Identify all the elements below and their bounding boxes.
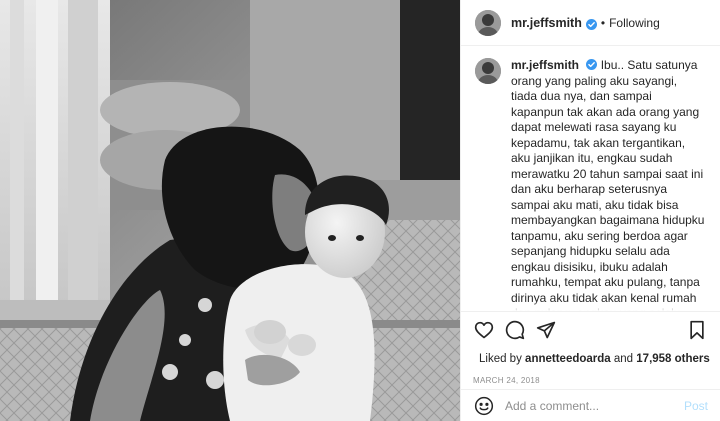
likes-count[interactable]: 17,958 others (636, 353, 710, 365)
caption-text: mr.jeffsmith Ibu.. Satu satunya orang ya… (511, 58, 706, 311)
comment-bar: Post (461, 389, 720, 421)
caption-row: mr.jeffsmith Ibu.. Satu satunya orang ya… (475, 58, 706, 311)
post-photo-image (0, 0, 460, 421)
comment-input[interactable] (505, 398, 684, 413)
caption-username[interactable]: mr.jeffsmith (511, 58, 579, 72)
author-avatar-image (475, 9, 501, 36)
actions-area: Liked by annetteedoarda and 17,958 other… (461, 311, 720, 385)
caption-author-avatar-image (475, 58, 501, 84)
comment-icon[interactable] (504, 319, 526, 341)
verified-badge-icon (585, 17, 597, 30)
bookmark-icon[interactable] (686, 319, 708, 341)
author-avatar[interactable] (475, 9, 501, 36)
post-comment-button[interactable]: Post (684, 399, 708, 413)
post-date[interactable]: MARCH 24, 2018 (461, 376, 720, 385)
likes-joiner: and (613, 353, 634, 365)
author-username[interactable]: mr.jeffsmith (511, 16, 582, 30)
likes-row: Liked by annetteedoarda and 17,958 other… (461, 348, 720, 370)
caption-author-avatar[interactable] (475, 58, 501, 84)
following-button[interactable]: Following (609, 16, 660, 30)
header-separator: • (600, 15, 606, 30)
caption-area: mr.jeffsmith Ibu.. Satu satunya orang ya… (475, 58, 706, 311)
post-detail-panel: mr.jeffsmith • Following mr.jeffsmith Ib… (460, 0, 720, 421)
likes-prefix: Liked by (479, 353, 522, 365)
action-bar (461, 312, 720, 348)
likes-summary: Liked by annetteedoarda and 17,958 other… (479, 353, 710, 365)
heart-icon[interactable] (473, 319, 495, 341)
emoji-icon[interactable] (473, 395, 495, 417)
caption-body: Ibu.. Satu satunya orang yang paling aku… (511, 58, 705, 311)
post-photo[interactable] (0, 0, 460, 421)
post-header: mr.jeffsmith • Following (461, 0, 720, 46)
share-icon[interactable] (535, 319, 557, 341)
liker-username[interactable]: annetteedoarda (525, 353, 611, 365)
caption-verified-badge-icon (586, 59, 598, 70)
